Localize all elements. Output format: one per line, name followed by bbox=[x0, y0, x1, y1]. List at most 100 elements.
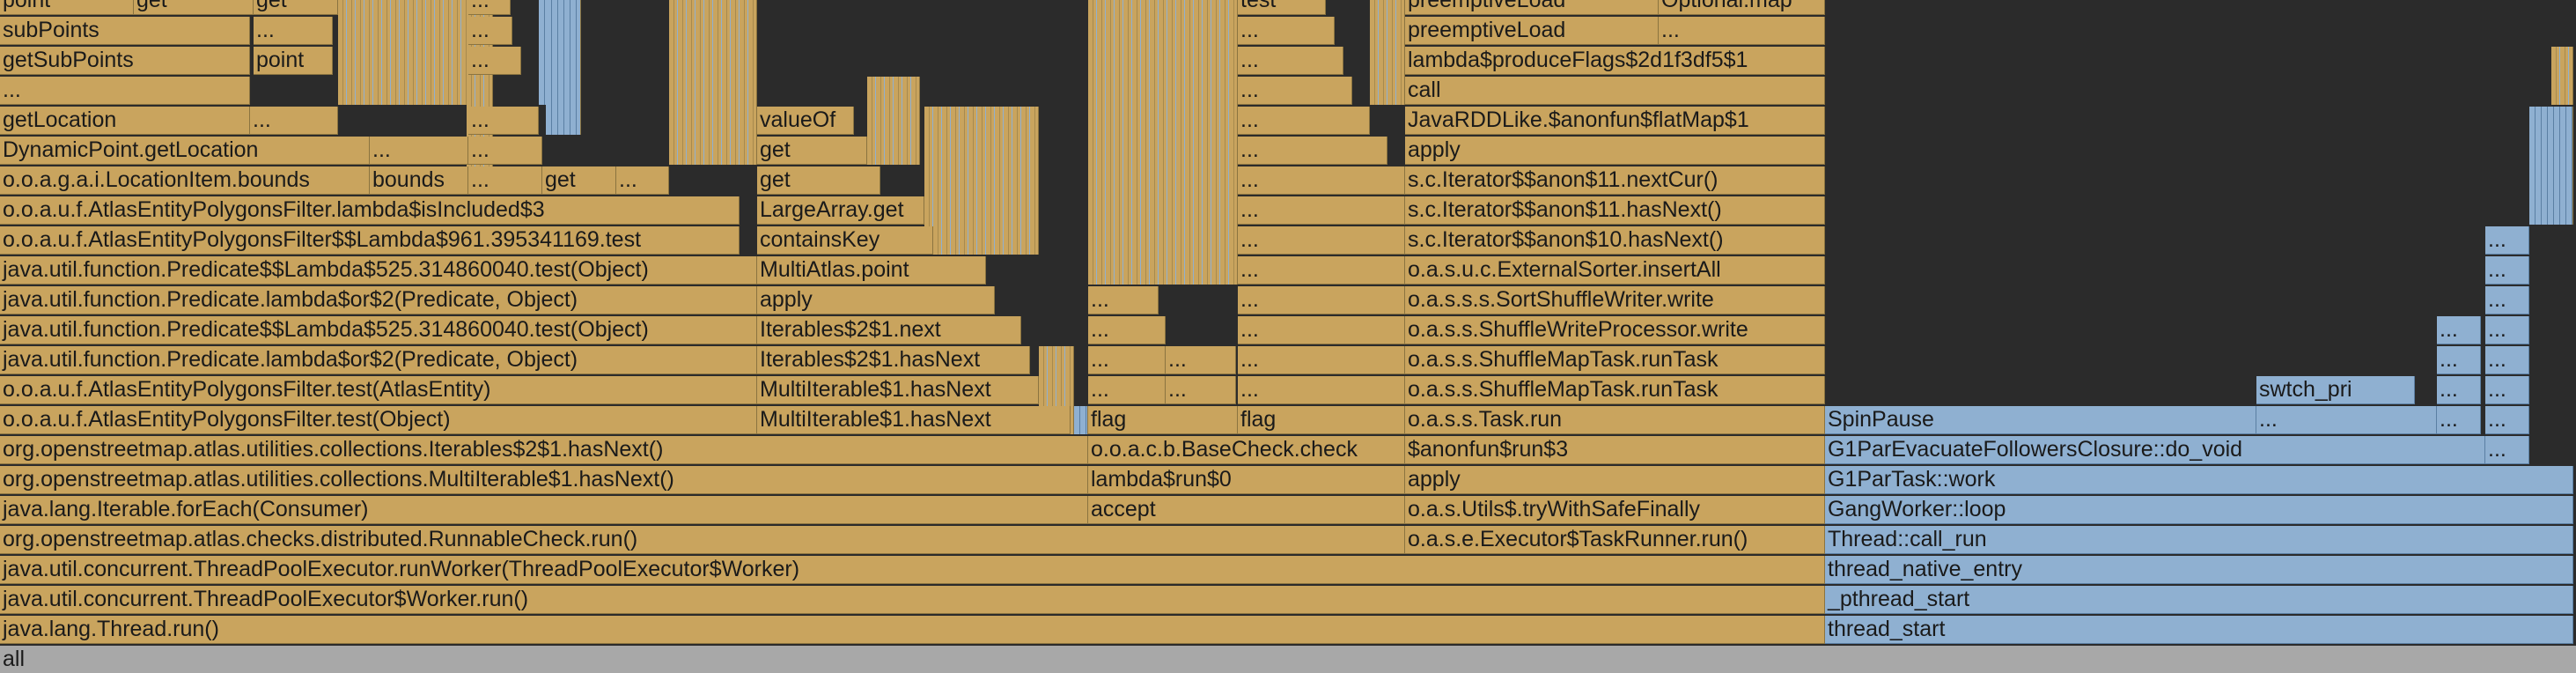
native-stack-frame[interactable]: thread_native_entry bbox=[1825, 556, 2573, 584]
java-stack-frame[interactable]: org.openstreetmap.atlas.utilities.collec… bbox=[0, 436, 1088, 464]
java-stack-frame[interactable]: ... bbox=[254, 17, 333, 45]
java-stack-frame[interactable]: o.a.s.e.Executor$TaskRunner.run() bbox=[1405, 526, 1825, 554]
java-stack-frame[interactable]: o.a.s.s.ShuffleWriteProcessor.write bbox=[1405, 316, 1825, 344]
native-stack-frame[interactable]: thread_start bbox=[1825, 616, 2573, 644]
java-stack-frame[interactable]: get bbox=[134, 0, 254, 15]
java-stack-frame[interactable]: ... bbox=[0, 77, 250, 105]
java-stack-frame[interactable]: ... bbox=[370, 137, 468, 165]
java-stack-frame[interactable]: ... bbox=[1088, 376, 1166, 404]
native-stack-frame[interactable]: ... bbox=[2485, 376, 2529, 404]
native-stack-frame[interactable]: Thread::call_run bbox=[1825, 526, 2573, 554]
java-stack-frame[interactable]: java.lang.Thread.run() bbox=[0, 616, 1825, 644]
java-stack-frame[interactable]: o.o.a.u.f.AtlasEntityPolygonsFilter.test… bbox=[0, 406, 757, 434]
java-stack-frame[interactable]: ... bbox=[1088, 286, 1159, 314]
java-stack-frame[interactable]: LargeArray.get bbox=[757, 196, 924, 225]
java-stack-frame[interactable]: java.lang.Iterable.forEach(Consumer) bbox=[0, 496, 1088, 524]
java-stack-frame[interactable]: ... bbox=[1088, 316, 1166, 344]
java-stack-frame[interactable]: java.util.function.Predicate.lambda$or$2… bbox=[0, 286, 757, 314]
java-stack-frame[interactable]: ... bbox=[468, 137, 542, 165]
java-stack-frame[interactable]: o.o.a.u.f.AtlasEntityPolygonsFilter$$Lam… bbox=[0, 226, 740, 255]
java-stack-frame[interactable]: ... bbox=[468, 166, 542, 195]
java-stack-frame[interactable]: ... bbox=[1238, 376, 1405, 404]
java-stack-frame[interactable]: ... bbox=[1238, 107, 1370, 135]
native-stack-frame[interactable]: ... bbox=[2485, 406, 2529, 434]
java-stack-frame[interactable]: $anonfun$run$3 bbox=[1405, 436, 1825, 464]
native-stack-frame[interactable]: ... bbox=[2437, 406, 2481, 434]
java-stack-frame[interactable]: MultiAtlas.point bbox=[757, 256, 986, 285]
java-stack-frame[interactable]: ... bbox=[1659, 17, 1825, 45]
java-stack-frame[interactable]: ... bbox=[616, 166, 669, 195]
java-stack-frame[interactable]: ... bbox=[1238, 286, 1405, 314]
java-stack-frame[interactable]: MultiIterable$1.hasNext bbox=[757, 406, 1071, 434]
java-stack-frame[interactable]: apply bbox=[1405, 466, 1825, 494]
java-stack-frame[interactable]: lambda$run$0 bbox=[1088, 466, 1405, 494]
java-stack-frame[interactable]: java.util.function.Predicate$$Lambda$525… bbox=[0, 316, 757, 344]
java-stack-frame[interactable]: o.o.a.u.f.AtlasEntityPolygonsFilter.test… bbox=[0, 376, 757, 404]
native-stack-frame[interactable]: _pthread_start bbox=[1825, 586, 2573, 614]
java-stack-frame[interactable]: Iterables$2$1.hasNext bbox=[757, 346, 1030, 374]
java-stack-frame[interactable]: preemptiveLoad bbox=[1405, 17, 1659, 45]
java-stack-frame[interactable]: ... bbox=[1238, 256, 1405, 285]
java-stack-frame[interactable]: get bbox=[757, 166, 880, 195]
java-stack-frame[interactable]: getSubPoints bbox=[0, 47, 250, 75]
java-stack-frame[interactable]: ... bbox=[1238, 316, 1405, 344]
java-stack-frame[interactable]: lambda$produceFlags$2d1f3df5$1 bbox=[1405, 47, 1825, 75]
native-stack-frame[interactable]: ... bbox=[2485, 226, 2529, 255]
java-stack-frame[interactable]: apply bbox=[1405, 137, 1825, 165]
java-stack-frame[interactable]: ... bbox=[250, 107, 338, 135]
java-stack-frame[interactable]: s.c.Iterator$$anon$11.hasNext() bbox=[1405, 196, 1825, 225]
java-stack-frame[interactable]: o.a.s.s.Task.run bbox=[1405, 406, 1825, 434]
java-stack-frame[interactable]: ... bbox=[1238, 196, 1405, 225]
java-stack-frame[interactable]: java.util.concurrent.ThreadPoolExecutor$… bbox=[0, 586, 1825, 614]
native-stack-frame[interactable]: ... bbox=[2437, 346, 2481, 374]
java-stack-frame[interactable]: JavaRDDLike.$anonfun$flatMap$1 bbox=[1405, 107, 1825, 135]
native-stack-frame[interactable]: ... bbox=[2485, 286, 2529, 314]
java-stack-frame[interactable]: s.c.Iterator$$anon$10.hasNext() bbox=[1405, 226, 1825, 255]
native-stack-frame[interactable]: ... bbox=[2437, 316, 2481, 344]
java-stack-frame[interactable]: ... bbox=[1238, 47, 1343, 75]
java-stack-frame[interactable]: test bbox=[1238, 0, 1326, 15]
java-stack-frame[interactable]: o.a.s.u.c.ExternalSorter.insertAll bbox=[1405, 256, 1825, 285]
java-stack-frame[interactable]: ... bbox=[1238, 166, 1405, 195]
java-stack-frame[interactable]: o.o.a.c.b.BaseCheck.check bbox=[1088, 436, 1405, 464]
root-frame-all[interactable]: all bbox=[0, 646, 2576, 673]
java-stack-frame[interactable]: ... bbox=[1238, 346, 1405, 374]
java-stack-frame[interactable]: o.a.s.s.ShuffleMapTask.runTask bbox=[1405, 346, 1825, 374]
java-stack-frame[interactable]: point bbox=[0, 0, 134, 15]
java-stack-frame[interactable]: ... bbox=[1166, 346, 1236, 374]
java-stack-frame[interactable]: org.openstreetmap.atlas.checks.distribut… bbox=[0, 526, 1405, 554]
java-stack-frame[interactable]: flag bbox=[1088, 406, 1238, 434]
native-stack-frame[interactable]: ... bbox=[2437, 376, 2481, 404]
java-stack-frame[interactable]: ... bbox=[468, 47, 521, 75]
java-stack-frame[interactable]: preemptiveLoad bbox=[1405, 0, 1659, 15]
java-stack-frame[interactable]: ... bbox=[1088, 346, 1166, 374]
java-stack-frame[interactable]: o.a.s.Utils$.tryWithSafeFinally bbox=[1405, 496, 1825, 524]
java-stack-frame[interactable]: ... bbox=[468, 17, 512, 45]
java-stack-frame[interactable]: Optional.map bbox=[1659, 0, 1825, 15]
java-stack-frame[interactable]: ... bbox=[1238, 77, 1352, 105]
java-stack-frame[interactable]: ... bbox=[468, 107, 539, 135]
native-stack-frame[interactable]: ... bbox=[2485, 256, 2529, 285]
java-stack-frame[interactable]: MultiIterable$1.hasNext bbox=[757, 376, 1039, 404]
java-stack-frame[interactable]: o.a.s.s.ShuffleMapTask.runTask bbox=[1405, 376, 1825, 404]
java-stack-frame[interactable]: o.o.a.u.f.AtlasEntityPolygonsFilter.lamb… bbox=[0, 196, 740, 225]
java-stack-frame[interactable]: subPoints bbox=[0, 17, 250, 45]
java-stack-frame[interactable]: get bbox=[757, 137, 867, 165]
java-stack-frame[interactable]: containsKey bbox=[757, 226, 933, 255]
native-stack-frame[interactable]: GangWorker::loop bbox=[1825, 496, 2573, 524]
java-stack-frame[interactable]: apply bbox=[757, 286, 995, 314]
java-stack-frame[interactable]: java.util.concurrent.ThreadPoolExecutor.… bbox=[0, 556, 1825, 584]
java-stack-frame[interactable]: call bbox=[1405, 77, 1825, 105]
java-stack-frame[interactable]: point bbox=[254, 47, 333, 75]
java-stack-frame[interactable]: ... bbox=[1238, 137, 1387, 165]
native-stack-frame[interactable]: SpinPause bbox=[1825, 406, 2256, 434]
native-stack-frame[interactable]: ... bbox=[2485, 346, 2529, 374]
native-stack-frame[interactable]: G1ParEvacuateFollowersClosure::do_void bbox=[1825, 436, 2485, 464]
java-stack-frame[interactable]: o.o.a.g.a.i.LocationItem.bounds bbox=[0, 166, 370, 195]
java-stack-frame[interactable]: get bbox=[254, 0, 338, 15]
java-stack-frame[interactable]: flag bbox=[1238, 406, 1405, 434]
native-stack-frame[interactable]: ... bbox=[2256, 406, 2437, 434]
java-stack-frame[interactable]: get bbox=[542, 166, 616, 195]
java-stack-frame[interactable]: ... bbox=[1238, 226, 1405, 255]
native-stack-frame[interactable]: ... bbox=[2485, 316, 2529, 344]
